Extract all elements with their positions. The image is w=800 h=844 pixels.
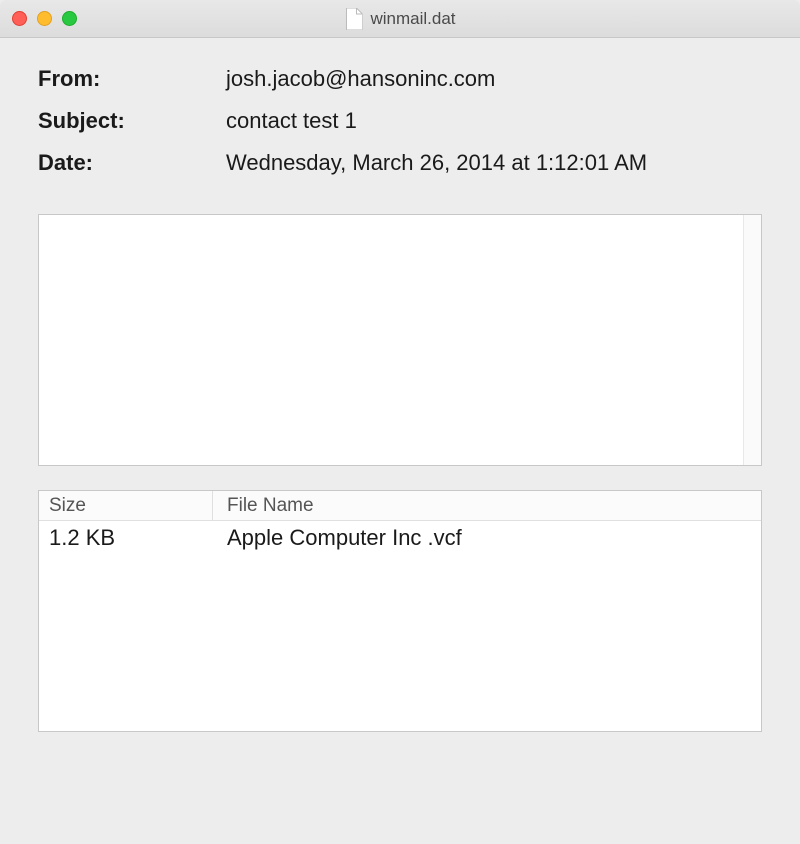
date-label: Date: <box>38 150 226 176</box>
attachment-row[interactable]: 1.2 KB Apple Computer Inc .vcf <box>39 521 761 555</box>
attachment-size: 1.2 KB <box>39 525 213 551</box>
from-label: From: <box>38 66 226 92</box>
window: winmail.dat From: josh.jacob@hansoninc.c… <box>0 0 800 844</box>
minimize-button[interactable] <box>37 11 52 26</box>
date-row: Date: Wednesday, March 26, 2014 at 1:12:… <box>38 150 762 176</box>
filename-column-header[interactable]: File Name <box>213 491 761 520</box>
close-button[interactable] <box>12 11 27 26</box>
message-body[interactable] <box>38 214 762 466</box>
header-fields: From: josh.jacob@hansoninc.com Subject: … <box>38 66 762 192</box>
file-icon <box>344 8 362 30</box>
titlebar[interactable]: winmail.dat <box>0 0 800 38</box>
content-area: From: josh.jacob@hansoninc.com Subject: … <box>0 38 800 844</box>
from-value: josh.jacob@hansoninc.com <box>226 66 495 92</box>
date-value: Wednesday, March 26, 2014 at 1:12:01 AM <box>226 150 647 176</box>
zoom-button[interactable] <box>62 11 77 26</box>
attachments-header: Size File Name <box>39 491 761 521</box>
subject-label: Subject: <box>38 108 226 134</box>
window-title: winmail.dat <box>370 9 455 29</box>
scrollbar[interactable] <box>743 215 761 465</box>
size-column-header[interactable]: Size <box>39 491 213 520</box>
subject-value: contact test 1 <box>226 108 357 134</box>
attachments-panel: Size File Name 1.2 KB Apple Computer Inc… <box>38 490 762 732</box>
attachment-name: Apple Computer Inc .vcf <box>213 525 761 551</box>
from-row: From: josh.jacob@hansoninc.com <box>38 66 762 92</box>
traffic-lights <box>12 11 77 26</box>
attachments-list: 1.2 KB Apple Computer Inc .vcf <box>39 521 761 731</box>
window-title-area: winmail.dat <box>344 8 455 30</box>
subject-row: Subject: contact test 1 <box>38 108 762 134</box>
